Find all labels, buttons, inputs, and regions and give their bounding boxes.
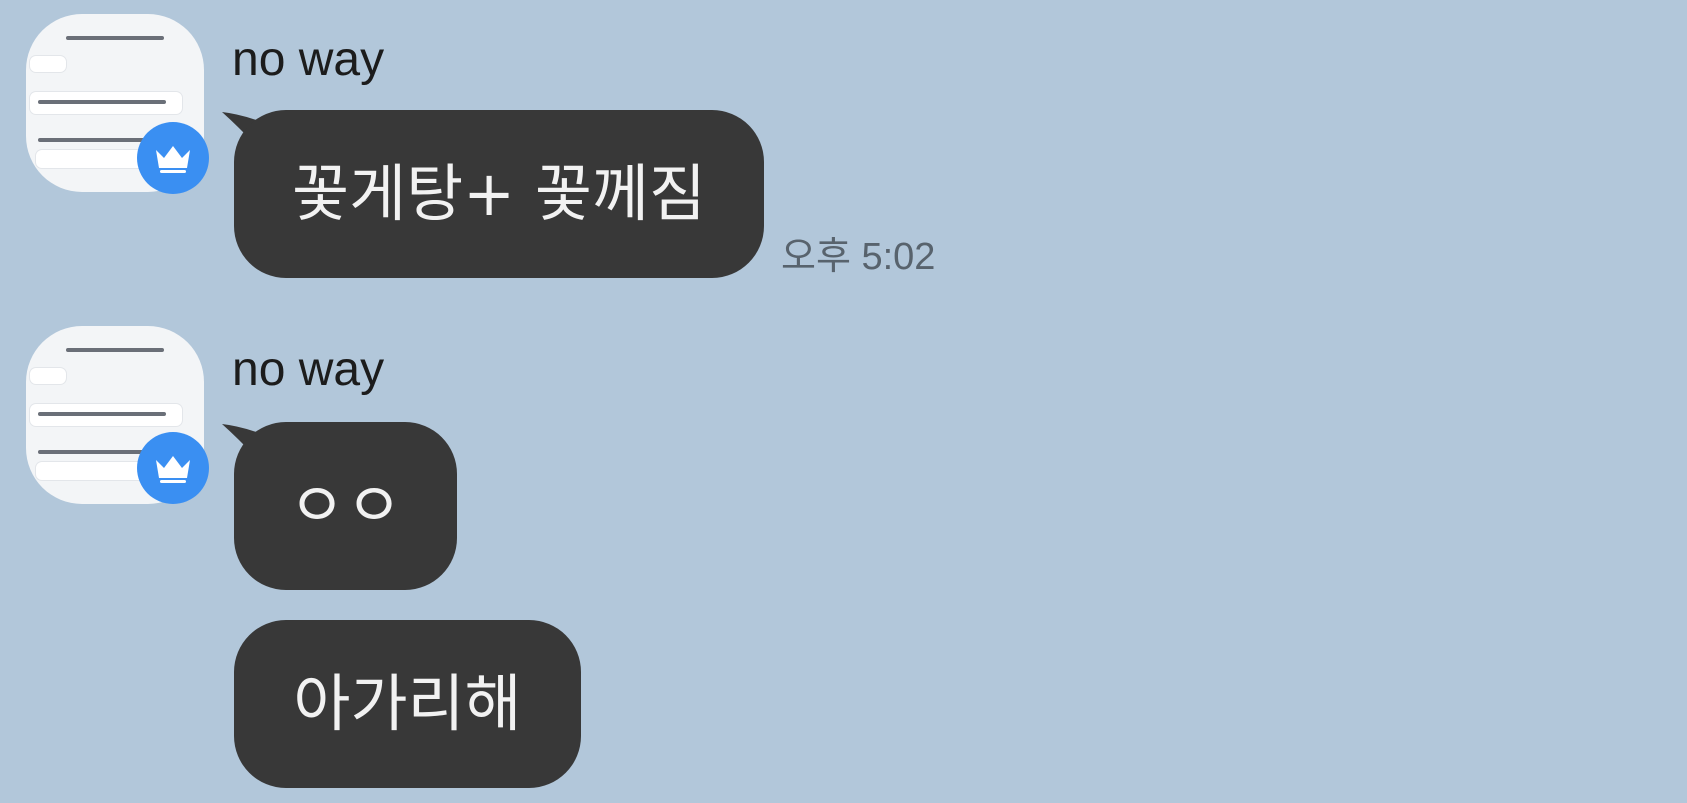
message-bubble[interactable]: 아가리해 xyxy=(234,620,581,788)
sender-name: no way xyxy=(232,343,385,396)
crown-icon xyxy=(156,146,190,173)
crown-badge xyxy=(137,122,209,194)
sender-name: no way xyxy=(232,33,385,86)
crown-badge xyxy=(137,432,209,504)
crown-icon xyxy=(156,456,190,483)
message-bubble[interactable]: 꽃게탕+ 꽃께짐 xyxy=(234,110,764,278)
message-timestamp: 오후 5:02 xyxy=(781,236,936,278)
message-bubble[interactable]: ㅇㅇ xyxy=(234,422,457,590)
